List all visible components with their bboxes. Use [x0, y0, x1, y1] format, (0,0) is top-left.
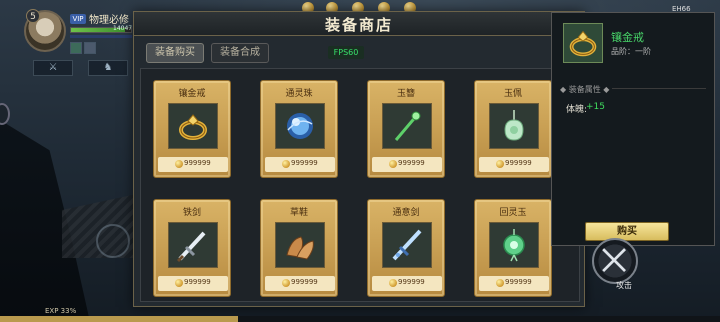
coin-icon: [496, 160, 504, 168]
shop-item-card-straw-sandals[interactable]: 草鞋 999999: [260, 199, 338, 297]
restoring-jade-icon: [503, 229, 525, 262]
buff-icon[interactable]: [84, 42, 96, 54]
mp-bar: [70, 35, 132, 38]
quick-slot-icon[interactable]: ♞: [88, 60, 128, 76]
coin-icon: [175, 279, 183, 287]
attack-label: 攻击: [616, 281, 632, 290]
detail-item-name: 镶金戒: [611, 31, 644, 44]
item-detail-panel: 镶金戒 品阶：一阶 ◆ 装备属性 ◆ 体魄: +15 购买: [551, 12, 715, 246]
stat-label: 体魄:: [566, 105, 588, 115]
coin-icon: [282, 279, 290, 287]
price-box: 999999: [158, 157, 228, 172]
item-price: 999999: [184, 278, 211, 286]
tab-equipment-buy[interactable]: 装备购买: [146, 43, 204, 63]
shop-item-card-jade-hairpin[interactable]: 玉簪 999999: [367, 80, 445, 178]
attributes-header: ◆ 装备属性 ◆: [560, 85, 610, 94]
shop-title-bar: 装备商店: [134, 12, 584, 36]
item-name: 回灵玉: [499, 208, 527, 218]
item-name: 草鞋: [289, 208, 308, 218]
coin-icon: [175, 160, 183, 168]
coin-icon: [282, 160, 290, 168]
hp-text: 14047: [113, 25, 133, 32]
item-price: 999999: [505, 159, 532, 167]
jade-pendant-icon: [504, 110, 524, 141]
item-name: 通意剑: [392, 208, 420, 218]
item-icon-frame: [489, 222, 539, 268]
item-icon-frame: [275, 222, 325, 268]
item-name: 通灵珠: [285, 89, 313, 99]
price-box: 999999: [158, 276, 228, 291]
vip-badge: VIP: [70, 14, 86, 24]
straw-sandals-icon: [286, 236, 314, 260]
item-icon-frame: [382, 103, 432, 149]
jade-hairpin-icon: [394, 111, 421, 141]
shop-title: 装备商店: [324, 16, 393, 34]
coin-icon: [496, 279, 504, 287]
spirit-orb-icon: [287, 113, 313, 139]
shop-item-card-spirit-orb[interactable]: 通灵珠 999999: [260, 80, 338, 178]
shop-item-card-jade-pendant[interactable]: 玉佩 999999: [474, 80, 552, 178]
item-price: 999999: [184, 159, 211, 167]
exp-bar-fill: [0, 316, 238, 322]
shop-item-card-restoring-jade[interactable]: 回灵玉 999999: [474, 199, 552, 297]
price-box: 999999: [372, 157, 442, 172]
item-price: 999999: [398, 159, 425, 167]
item-icon-frame: [489, 103, 539, 149]
attributes-divider: [612, 88, 706, 89]
crossed-swords-icon: [602, 248, 627, 273]
shop-item-card-gold-ring[interactable]: 镶金戒 999999: [153, 80, 231, 178]
gold-ring-icon: [179, 114, 207, 140]
coin-icon: [389, 279, 397, 287]
player-name: 物理必修: [89, 15, 129, 26]
joystick-ghost: [96, 224, 130, 258]
item-icon-frame: [168, 222, 218, 268]
quick-slot-icon[interactable]: ⚔: [33, 60, 73, 76]
item-name: 铁剑: [182, 208, 201, 218]
shop-item-card-iron-sword[interactable]: 铁剑 999999: [153, 199, 231, 297]
item-name: 玉佩: [503, 89, 522, 99]
equipment-shop-panel: 装备商店 装备购买 装备合成 FPS60 镶金戒 999999 通灵珠 9999…: [133, 11, 585, 307]
stat-value: +15: [586, 102, 605, 112]
attack-button[interactable]: [592, 238, 652, 284]
tab-equipment-craft[interactable]: 装备合成: [211, 43, 269, 63]
item-price: 999999: [398, 278, 425, 286]
gold-ring-icon: [569, 30, 597, 57]
coin-icon: [389, 160, 397, 168]
player-level-badge: 5: [26, 9, 40, 23]
fps-counter: FPS60: [328, 46, 364, 59]
detail-item-icon-frame: [563, 23, 603, 63]
buff-icon[interactable]: [70, 42, 82, 54]
price-box: 999999: [479, 276, 549, 291]
spirit-sword-icon: [392, 229, 422, 261]
iron-sword-icon: [176, 231, 206, 263]
detail-item-grade: 品阶：一阶: [611, 47, 651, 56]
item-price: 999999: [291, 159, 318, 167]
price-box: 999999: [479, 157, 549, 172]
item-price: 999999: [505, 278, 532, 286]
item-name: 玉簪: [396, 89, 415, 99]
shop-item-card-spirit-sword[interactable]: 通意剑 999999: [367, 199, 445, 297]
exp-text: EXP 33%: [45, 307, 77, 315]
price-box: 999999: [265, 276, 335, 291]
item-price: 999999: [291, 278, 318, 286]
item-icon-frame: [275, 103, 325, 149]
item-icon-frame: [382, 222, 432, 268]
attack-circle: [592, 238, 638, 284]
price-box: 999999: [372, 276, 442, 291]
price-box: 999999: [265, 157, 335, 172]
exp-bar: [0, 316, 720, 322]
item-name: 镶金戒: [178, 89, 206, 99]
item-icon-frame: [168, 103, 218, 149]
